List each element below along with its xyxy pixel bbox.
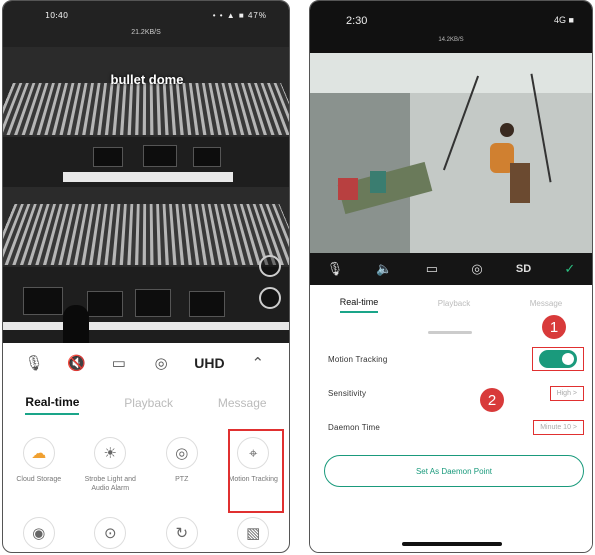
step-badge-1: 1 bbox=[542, 315, 566, 339]
quality-button[interactable]: UHD bbox=[189, 355, 229, 371]
settings-sheet: Real-time Playback Message Motion Tracki… bbox=[310, 285, 592, 552]
status-icons: • • ▲ ■ 47% bbox=[212, 11, 267, 20]
microphone-icon[interactable]: 🎙 bbox=[20, 354, 48, 372]
sensitivity-label: Sensitivity bbox=[328, 388, 367, 398]
live-video-feed[interactable] bbox=[310, 53, 592, 253]
status-bar: 2:30 4G ■ 14.2KB/S bbox=[310, 1, 592, 53]
speaker-icon[interactable]: 🔈 bbox=[376, 261, 392, 277]
status-time: 10:40 bbox=[45, 11, 69, 20]
feature-label: PTZ bbox=[175, 476, 189, 483]
feature-ptz[interactable]: ◎ PTZ bbox=[146, 429, 218, 517]
motion-tracking-row: Motion Tracking bbox=[328, 347, 584, 371]
ptz-icon: ◎ bbox=[165, 437, 198, 469]
light-icon: ☀ bbox=[94, 437, 127, 469]
status-bar: 10:40 • • ▲ ■ 47% 21.2KB/S bbox=[3, 1, 289, 47]
zoom-icon[interactable] bbox=[259, 255, 281, 277]
left-phone-screen: 10:40 • • ▲ ■ 47% 21.2KB/S bullet dome 🎙… bbox=[2, 0, 290, 553]
home-indicator[interactable] bbox=[402, 542, 502, 546]
tab-message[interactable]: Message bbox=[530, 295, 562, 312]
video-toolbar: 🎙 🔈 ▭ ◎ SD ✓ bbox=[310, 253, 592, 285]
feature-label: Cloud Storage bbox=[16, 476, 62, 483]
record-icon[interactable]: ▭ bbox=[105, 354, 133, 372]
step-badge-2: 2 bbox=[480, 388, 504, 412]
rotate-icon[interactable]: ↻ bbox=[165, 517, 198, 549]
motion-tracking-toggle[interactable] bbox=[539, 350, 577, 368]
tab-bar: Real-time Playback Message bbox=[3, 391, 289, 415]
tab-realtime[interactable]: Real-time bbox=[339, 293, 379, 313]
status-icons: 4G ■ bbox=[554, 15, 574, 25]
check-icon[interactable]: ✓ bbox=[564, 261, 575, 277]
snapshot-icon[interactable]: ◎ bbox=[471, 261, 482, 277]
video-toolbar: 🎙 🔇 ▭ ◎ UHD ⌃ bbox=[3, 343, 289, 383]
sheet-handle[interactable] bbox=[428, 331, 472, 334]
tab-realtime[interactable]: Real-time bbox=[25, 391, 80, 415]
live-video-feed[interactable]: bullet dome bbox=[3, 47, 289, 343]
sensitivity-value[interactable]: High > bbox=[549, 385, 584, 401]
network-speed: 21.2KB/S bbox=[131, 29, 161, 36]
tab-message[interactable]: Message bbox=[218, 392, 267, 414]
daemon-time-value[interactable]: Minute 10 > bbox=[533, 419, 584, 435]
mute-icon[interactable]: 🔇 bbox=[62, 354, 90, 372]
set-daemon-point-button[interactable]: Set As Daemon Point bbox=[324, 455, 584, 487]
daemon-time-label: Daemon Time bbox=[328, 422, 380, 432]
motion-tracking-highlight bbox=[228, 429, 284, 513]
more-icon[interactable]: ⌃ bbox=[244, 354, 272, 372]
status-time: 2:30 bbox=[346, 15, 368, 27]
feature-grid-row2: ◉ ⊙ ↻ ▧ bbox=[3, 517, 289, 549]
microphone-icon[interactable]: 🎙 bbox=[327, 261, 344, 277]
cloud-icon: ☁ bbox=[22, 437, 55, 469]
gallery-icon[interactable]: ▧ bbox=[237, 517, 270, 549]
tab-playback[interactable]: Playback bbox=[124, 392, 173, 414]
location-icon[interactable]: ◉ bbox=[22, 517, 55, 549]
sensitivity-row[interactable]: Sensitivity High > bbox=[328, 383, 584, 403]
feature-cloud-storage[interactable]: ☁ Cloud Storage bbox=[3, 429, 75, 517]
fullscreen-icon[interactable] bbox=[259, 287, 281, 309]
right-phone-screen: 2:30 4G ■ 14.2KB/S 🎙 🔈 ▭ ◎ SD ✓ Real-tim… bbox=[309, 0, 593, 553]
tab-playback[interactable]: Playback bbox=[438, 295, 470, 312]
record-icon[interactable]: ▭ bbox=[426, 261, 438, 277]
pin-icon[interactable]: ⊙ bbox=[94, 517, 127, 549]
motion-tracking-label: Motion Tracking bbox=[328, 354, 388, 364]
feature-label: Strobe Light and Audio Alarm bbox=[84, 476, 136, 492]
tab-bar: Real-time Playback Message bbox=[310, 293, 592, 313]
motion-tracking-highlight bbox=[532, 347, 584, 371]
network-speed: 14.2KB/S bbox=[438, 37, 464, 43]
camera-title: bullet dome bbox=[110, 72, 184, 87]
snapshot-icon[interactable]: ◎ bbox=[147, 354, 175, 372]
daemon-time-row[interactable]: Daemon Time Minute 10 > bbox=[328, 417, 584, 437]
feature-strobe-light[interactable]: ☀ Strobe Light and Audio Alarm bbox=[75, 429, 147, 517]
quality-button[interactable]: SD bbox=[516, 263, 531, 275]
